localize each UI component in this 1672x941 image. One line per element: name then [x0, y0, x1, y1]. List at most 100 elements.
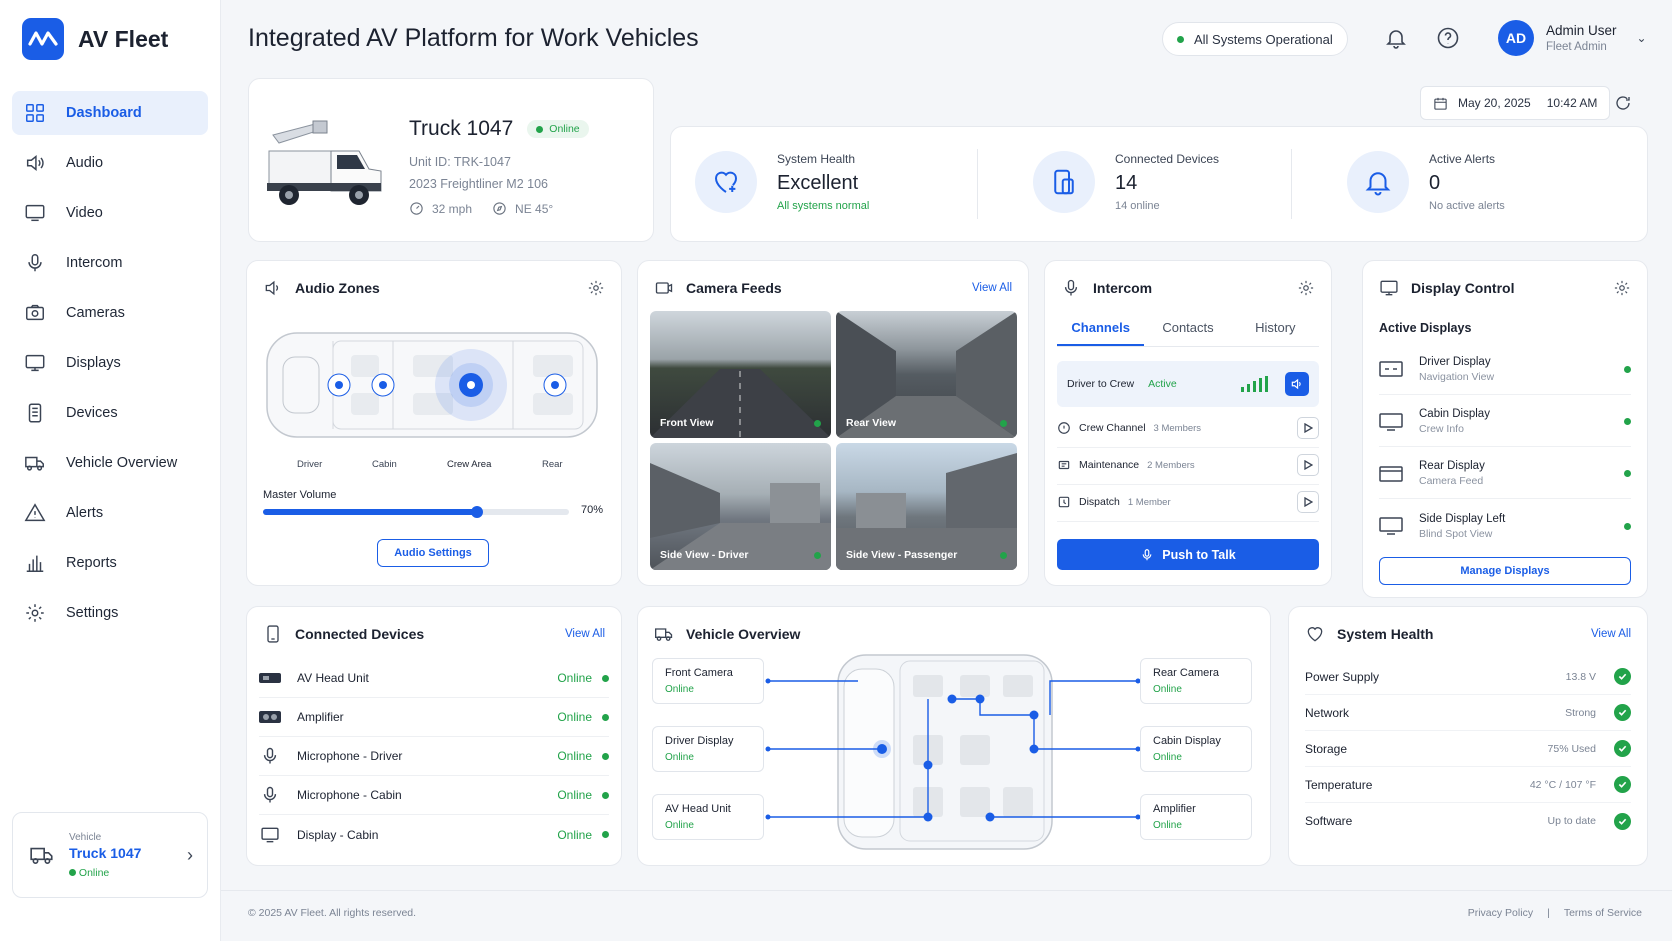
- status-dot: [1624, 418, 1631, 425]
- view-all-devices-link[interactable]: View All: [565, 628, 605, 640]
- master-volume-slider[interactable]: [263, 506, 569, 518]
- refresh-icon: [1616, 96, 1630, 110]
- status-dot: [814, 420, 821, 427]
- active-channel-row[interactable]: Driver to Crew Active: [1057, 361, 1319, 407]
- health-row: Network Strong: [1305, 695, 1631, 731]
- help-button[interactable]: [1436, 26, 1462, 52]
- health-row: Power Supply 13.8 V: [1305, 659, 1631, 695]
- sidebar-item-settings[interactable]: Settings: [12, 591, 208, 635]
- help-icon: [1437, 27, 1459, 49]
- wrench-icon: [1058, 460, 1070, 470]
- device-row[interactable]: AV Head Unit Online: [259, 659, 609, 698]
- health-name: Power Supply: [1305, 669, 1380, 684]
- sidebar-item-displays[interactable]: Displays: [12, 341, 208, 385]
- play-button[interactable]: [1297, 454, 1319, 476]
- channel-row-maintenance[interactable]: Maintenance 2 Members: [1057, 446, 1319, 485]
- bell-icon: [1386, 30, 1406, 49]
- monitor-icon: [261, 827, 279, 842]
- refresh-button[interactable]: [1614, 94, 1632, 112]
- camera-feeds-card: Camera Feeds View All Front View Rear Vi…: [637, 260, 1029, 586]
- push-to-talk-button[interactable]: Push to Talk: [1057, 539, 1319, 570]
- sidebar-item-label: Settings: [66, 605, 119, 621]
- tab-contacts[interactable]: Contacts: [1144, 313, 1231, 346]
- truck-icon: [25, 456, 44, 471]
- display-row-driver[interactable]: Driver Display Navigation View: [1379, 345, 1631, 395]
- notifications-button[interactable]: [1384, 26, 1410, 52]
- sidebar-item-audio[interactable]: Audio: [12, 141, 208, 185]
- sidebar-item-video[interactable]: Video: [12, 191, 208, 235]
- truck-name: Truck 1047: [409, 117, 514, 140]
- gear-icon: [1298, 280, 1314, 296]
- display-row-rear[interactable]: Rear Display Camera Feed: [1379, 449, 1631, 499]
- manage-displays-button[interactable]: Manage Displays: [1379, 557, 1631, 585]
- footer-separator: |: [1547, 907, 1550, 919]
- vehicle-topdown-diagram: [266, 332, 598, 438]
- health-value: 75% Used: [1547, 742, 1596, 755]
- node-driver-display[interactable]: Driver Display Online: [652, 726, 764, 772]
- chevron-right-icon: ›: [187, 844, 193, 865]
- truck-heading: NE 45°: [515, 201, 554, 216]
- sidebar-item-label: Vehicle Overview: [66, 455, 178, 471]
- terms-of-service-link[interactable]: Terms of Service: [1564, 907, 1642, 919]
- play-button[interactable]: [1297, 491, 1319, 513]
- sidebar-item-cameras[interactable]: Cameras: [12, 291, 208, 335]
- status-dot: [602, 713, 609, 721]
- camera-feed-side-driver[interactable]: Side View - Driver: [650, 443, 831, 570]
- truck-status-badge: Online: [527, 120, 589, 138]
- node-cabin-display[interactable]: Cabin Display Online: [1140, 726, 1252, 772]
- sidebar-item-intercom[interactable]: Intercom: [12, 241, 208, 285]
- display-row-cabin[interactable]: Cabin Display Crew Info: [1379, 397, 1631, 447]
- tab-channels[interactable]: Channels: [1057, 313, 1145, 346]
- health-name: Software: [1305, 814, 1353, 828]
- health-name: Storage: [1305, 741, 1348, 756]
- view-all-cameras-link[interactable]: View All: [972, 282, 1012, 294]
- display-settings-gear[interactable]: [1613, 279, 1631, 297]
- truck-speed: 32 mph: [432, 201, 473, 216]
- audio-settings-gear[interactable]: [587, 279, 605, 297]
- truck-status: Online: [549, 123, 580, 135]
- device-row[interactable]: Display - Cabin Online: [259, 815, 609, 854]
- node-status: Online: [1153, 752, 1182, 763]
- intercom-card: Intercom Channels Contacts History Drive…: [1044, 260, 1332, 586]
- node-front-camera[interactable]: Front Camera Online: [652, 658, 764, 704]
- app-logo[interactable]: AV Fleet: [22, 18, 168, 60]
- channel-row-dispatch[interactable]: Dispatch 1 Member: [1057, 483, 1319, 522]
- stat-sub: No active alerts: [1429, 200, 1505, 212]
- sidebar-item-vehicle-overview[interactable]: Vehicle Overview: [12, 441, 208, 485]
- camera-icon: [655, 282, 673, 294]
- channel-speaker-button[interactable]: [1285, 372, 1309, 396]
- node-status: Online: [665, 684, 694, 695]
- device-status: Online: [557, 827, 592, 842]
- tab-history[interactable]: History: [1232, 313, 1319, 346]
- sidebar-item-devices[interactable]: Devices: [12, 391, 208, 435]
- sidebar-item-dashboard[interactable]: Dashboard: [12, 91, 208, 135]
- node-name: Driver Display: [665, 735, 734, 747]
- current-vehicle-card[interactable]: Vehicle Truck 1047 Online ›: [12, 812, 208, 898]
- channel-row-crew[interactable]: Crew Channel 3 Members: [1057, 409, 1319, 448]
- device-row[interactable]: Microphone - Cabin Online: [259, 776, 609, 815]
- volume-handle[interactable]: [471, 506, 484, 518]
- view-all-health-link[interactable]: View All: [1591, 628, 1631, 640]
- current-time: 10:42 AM: [1546, 96, 1598, 110]
- intercom-settings-gear[interactable]: [1297, 279, 1315, 297]
- node-rear-camera[interactable]: Rear Camera Online: [1140, 658, 1252, 704]
- audio-settings-button[interactable]: Audio Settings: [377, 539, 489, 567]
- card-title: Audio Zones: [295, 280, 380, 296]
- status-dot: [69, 868, 76, 876]
- device-row[interactable]: Microphone - Driver Online: [259, 737, 609, 776]
- device-row[interactable]: Amplifier Online: [259, 698, 609, 737]
- node-av-head-unit[interactable]: AV Head Unit Online: [652, 794, 764, 840]
- display-row-side-left[interactable]: Side Display Left Blind Spot View: [1379, 501, 1631, 551]
- sidebar-item-reports[interactable]: Reports: [12, 541, 208, 585]
- camera-feed-side-passenger[interactable]: Side View - Passenger: [836, 443, 1017, 570]
- play-button[interactable]: [1297, 417, 1319, 439]
- channel-name: Dispatch: [1079, 496, 1120, 508]
- node-amplifier[interactable]: Amplifier Online: [1140, 794, 1252, 840]
- privacy-policy-link[interactable]: Privacy Policy: [1468, 907, 1533, 919]
- date-time-display[interactable]: May 20, 2025 10:42 AM: [1420, 86, 1611, 120]
- sidebar-item-label: Cameras: [66, 305, 125, 321]
- user-menu[interactable]: AD Admin User Fleet Admin ⌄: [1498, 20, 1647, 56]
- camera-feed-front[interactable]: Front View: [650, 311, 831, 438]
- sidebar-item-alerts[interactable]: Alerts: [12, 491, 208, 535]
- camera-feed-rear[interactable]: Rear View: [836, 311, 1017, 438]
